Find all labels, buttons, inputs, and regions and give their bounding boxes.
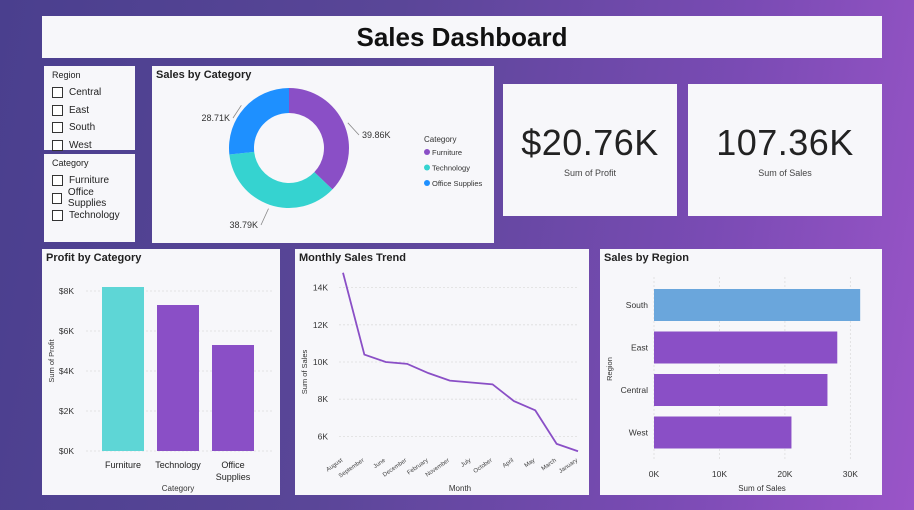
legend-entry: Office Supplies (432, 179, 483, 188)
axis-label: Month (449, 484, 471, 493)
axis-label: Sum of Profit (47, 338, 56, 382)
tick-label: $6K (59, 326, 74, 336)
checkbox-icon[interactable] (52, 175, 63, 187)
checkbox-icon[interactable] (52, 139, 63, 151)
sales-by-region-panel: Sales by Region 0K 10K 20K 30K South East Cent… (600, 249, 882, 495)
sales-by-category-panel: Sales by Category 39.86K 38.79K 28.71K Cate… (152, 66, 494, 243)
bar (654, 374, 828, 406)
profit-kpi-value: $20.76K (521, 122, 659, 163)
donut-slice (229, 151, 333, 208)
tick-label: 20K (777, 469, 792, 479)
tick-label: $4K (59, 366, 74, 376)
bar (102, 287, 144, 451)
tick-label: January (558, 458, 579, 475)
legend-entry: Furniture (432, 148, 462, 157)
category-label: Furniture (105, 460, 141, 470)
region-option-west[interactable]: West (52, 137, 127, 155)
category-label: Central (621, 385, 649, 395)
axis-label: Sum of Sales (738, 484, 786, 493)
region-option-east[interactable]: East (52, 102, 127, 120)
category-slicer-title: Category (52, 158, 89, 168)
tick-label: June (373, 457, 388, 470)
sales-by-category-chart: 39.86K 38.79K 28.71K Category Furniture Techn… (201, 88, 483, 230)
checkbox-icon[interactable] (52, 104, 63, 116)
category-label: Technology (155, 460, 201, 470)
category-label: West (629, 428, 649, 438)
category-label: Office (221, 460, 244, 470)
category-label: East (631, 343, 649, 353)
region-option-south[interactable]: South (52, 119, 127, 137)
donut-slice (229, 88, 289, 155)
tick-label: December (382, 458, 408, 479)
legend-marker (424, 164, 430, 171)
sales-kpi-value: 107.36K (716, 122, 854, 163)
monthly-sales-trend-chart: 6K8K10K12K14KAugustSeptember JuneDecember… (300, 272, 579, 493)
tick-label: 10K (313, 357, 328, 367)
sales-kpi-label: Sum of Sales (758, 168, 812, 178)
tick-label: 12K (313, 320, 328, 330)
legend-marker (424, 180, 430, 186)
monthly-sales-trend-panel: Monthly Sales Trend 6K 8K 10K 12K 14K August S… (295, 249, 589, 495)
leader-line (260, 208, 269, 226)
profit-kpi-card: $20.76K Sum of Profit (503, 84, 677, 216)
sales-by-region-chart: 0K 10K 20K 30K South East Central West Sum of Sa… (605, 277, 861, 493)
checkbox-icon[interactable] (52, 210, 63, 222)
bar (654, 331, 838, 364)
category-label: Supplies (216, 472, 251, 482)
tick-label: April (502, 458, 515, 470)
bar (157, 305, 199, 451)
tick-label: March (541, 458, 558, 472)
category-label: South (626, 300, 648, 310)
data-label: 39.86K (362, 130, 391, 140)
profit-by-category-chart: $0K $2K $4K $6K $8K Furniture Technology Office… (47, 286, 272, 493)
tick-label: 14K (313, 283, 328, 293)
data-label: 28.71K (201, 113, 230, 123)
tick-label: July (460, 458, 472, 469)
bar (654, 289, 861, 321)
tick-label: 8K (318, 394, 329, 404)
axis-label: Region (605, 357, 614, 381)
sales-kpi-card: 107.36K Sum of Sales (688, 84, 882, 216)
dashboard-header: Sales Dashboard (42, 16, 882, 58)
bar (212, 345, 254, 451)
legend-marker (424, 149, 430, 155)
tick-label: $0K (59, 446, 74, 456)
category-option-office-supplies[interactable]: Office Supplies (52, 187, 127, 209)
checkbox-icon[interactable] (52, 192, 62, 204)
tick-label: 30K (843, 469, 858, 479)
tick-label: 0K (649, 469, 660, 479)
region-option-central[interactable]: Central (52, 84, 127, 102)
tick-label: $2K (59, 406, 74, 416)
region-slicer: Region Central East South West (44, 66, 135, 151)
category-option-technology[interactable]: Technology (52, 207, 127, 225)
tick-label: 6K (318, 431, 329, 441)
profit-by-category-panel: Profit by Category $0K $2K $4K $6K $8K Furnit… (42, 249, 280, 495)
page-title: Sales Dashboard (356, 21, 568, 52)
bar (654, 416, 792, 449)
data-label: 38.79K (229, 220, 258, 230)
tick-label: October (473, 458, 494, 475)
checkbox-icon[interactable] (52, 122, 63, 134)
tick-label: May (524, 458, 537, 469)
leader-line (347, 122, 360, 136)
axis-label: Sum of Sales (300, 349, 309, 394)
checkbox-icon[interactable] (52, 87, 63, 99)
legend-title: Category (424, 135, 456, 144)
donut-slice (289, 88, 349, 190)
axis-label: Category (162, 484, 194, 493)
legend-entry: Technology (432, 164, 470, 173)
tick-label: 10K (712, 469, 727, 479)
profit-kpi-label: Sum of Profit (563, 168, 617, 178)
category-slicer: Category Furniture Office Supplies Techn… (44, 154, 135, 242)
tick-label: $8K (59, 286, 74, 296)
region-slicer-title: Region (52, 70, 81, 80)
tick-label: November (425, 458, 451, 479)
